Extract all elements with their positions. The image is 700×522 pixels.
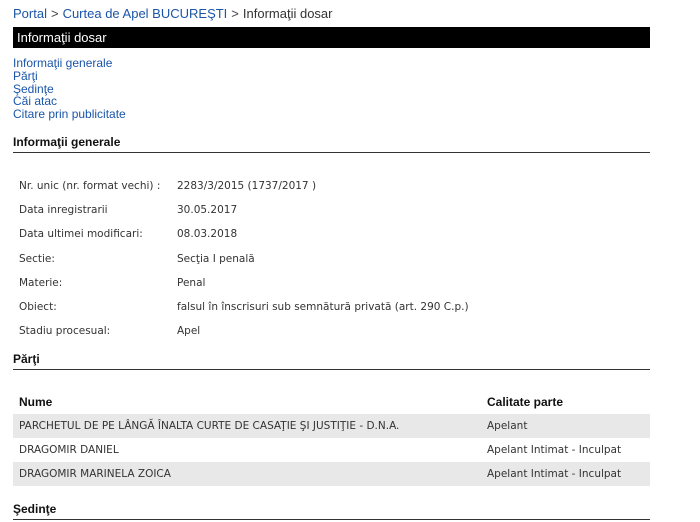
column-header-calitate: Calitate parte — [487, 395, 564, 409]
info-label: Obiect: — [19, 301, 57, 314]
table-header-row: Nume Calitate parte — [13, 390, 650, 414]
info-row: Data ultimei modificari: 08.03.2018 — [19, 222, 469, 246]
page-title-bar: Informaţii dosar — [13, 27, 650, 48]
party-role: Apelant Intimat - Inculpat — [487, 444, 622, 456]
info-label: Sectie: — [19, 252, 55, 265]
breadcrumb: Portal > Curtea de Apel BUCUREŞTI > Informaţ… — [13, 6, 332, 21]
column-header-nume: Nume — [19, 395, 53, 409]
info-value: 2283/3/2015 (1737/2017 ) — [177, 180, 317, 193]
info-row: Stadiu procesual: Apel — [19, 319, 469, 343]
info-value: falsul în înscrisuri sub semnătură priva… — [177, 301, 469, 314]
info-row: Data inregistrarii 30.05.2017 — [19, 198, 469, 222]
info-label: Materie: — [19, 276, 63, 289]
info-label: Nr. unic (nr. format vechi) : — [19, 180, 161, 193]
table-row: PARCHETUL DE PE LÂNGĂ ÎNALTA CURTE DE CA… — [13, 414, 650, 438]
breadcrumb-current: Informaţii dosar — [242, 6, 333, 21]
info-row: Sectie: Secţia I penală — [19, 247, 469, 271]
breadcrumb-court-link[interactable]: Curtea de Apel BUCUREŞTI — [63, 6, 228, 21]
section-heading-informatii-generale: Informaţii generale — [13, 135, 650, 153]
breadcrumb-separator: > — [231, 6, 239, 21]
breadcrumb-portal-link[interactable]: Portal — [13, 6, 47, 21]
table-row: DRAGOMIR DANIEL Apelant Intimat - Inculp… — [13, 438, 650, 462]
info-label: Data inregistrarii — [19, 204, 108, 217]
section-heading-sedinte: Şedinţe — [13, 502, 650, 520]
general-info-table: Nr. unic (nr. format vechi) : 2283/3/201… — [19, 174, 469, 343]
party-role: Apelant — [487, 420, 528, 432]
info-value: Secţia I penală — [177, 252, 255, 265]
nav-link-parti[interactable]: Părţi — [13, 69, 126, 83]
section-nav: Informaţii generale Părţi Şedinţe Căi at… — [13, 57, 126, 121]
nav-link-informatii-generale[interactable]: Informaţii generale — [13, 57, 126, 70]
info-value: 08.03.2018 — [177, 228, 238, 241]
party-role: Apelant Intimat - Inculpat — [487, 468, 622, 480]
info-row: Nr. unic (nr. format vechi) : 2283/3/201… — [19, 174, 469, 198]
info-label: Stadiu procesual: — [19, 325, 111, 338]
info-value: Penal — [177, 276, 206, 289]
party-name: PARCHETUL DE PE LÂNGĂ ÎNALTA CURTE DE CA… — [19, 420, 400, 432]
info-label: Data ultimei modificari: — [19, 228, 143, 241]
info-value: Apel — [177, 325, 201, 338]
table-row: DRAGOMIR MARINELA ZOICA Apelant Intimat … — [13, 462, 650, 486]
party-name: DRAGOMIR DANIEL — [19, 444, 119, 456]
parti-table: Nume Calitate parte PARCHETUL DE PE LÂNG… — [13, 390, 650, 486]
nav-link-citare-publicitate[interactable]: Citare prin publicitate — [13, 108, 126, 121]
info-row: Materie: Penal — [19, 271, 469, 295]
party-name: DRAGOMIR MARINELA ZOICA — [19, 468, 171, 480]
section-heading-parti: Părţi — [13, 352, 650, 370]
info-value: 30.05.2017 — [177, 204, 238, 217]
info-row: Obiect: falsul în înscrisuri sub semnătu… — [19, 295, 469, 319]
page: Portal > Curtea de Apel BUCUREŞTI > Informaţ… — [0, 0, 700, 522]
breadcrumb-separator: > — [50, 6, 59, 21]
